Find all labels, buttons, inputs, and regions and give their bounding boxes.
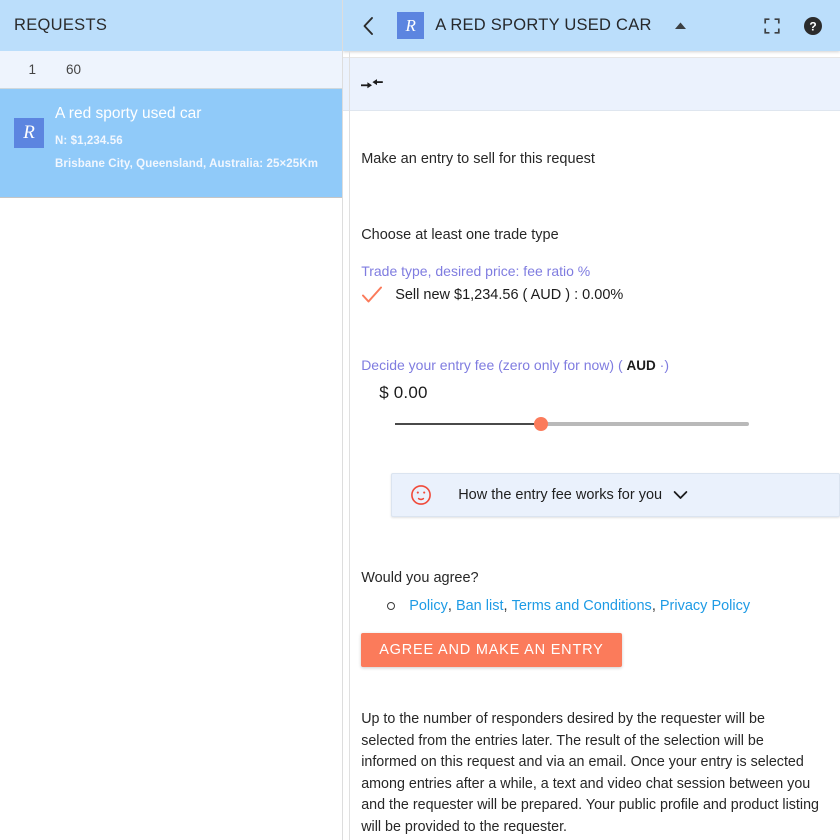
- chevron-down-icon-svg: [673, 491, 688, 499]
- detail-content: Make an entry to sell for this request C…: [343, 111, 840, 840]
- chevron-down-icon[interactable]: [673, 490, 688, 500]
- entry-fee-label-head: Decide your entry fee (zero only for now…: [361, 357, 627, 373]
- trade-type-label: Trade type, desired price: fee ratio %: [361, 263, 591, 279]
- check-icon[interactable]: [361, 285, 395, 305]
- sidebar-empty-space: [0, 198, 343, 840]
- face-icon-svg: [411, 485, 432, 505]
- panel-divider: [349, 51, 350, 840]
- request-card-body: A red sporty used car N: $1,234.56 Brisb…: [55, 103, 318, 170]
- caret-up-icon: [674, 22, 686, 29]
- page-number: 1: [28, 62, 36, 77]
- intro-text: Make an entry to sell for this request: [361, 151, 595, 167]
- smiley-face-icon: [410, 484, 432, 506]
- entry-fee-amount: $ 0.00: [379, 383, 428, 402]
- request-location: Brisbane City, Queensland, Australia: 25…: [55, 158, 319, 170]
- checkmark-icon: [362, 286, 383, 303]
- help-circle-icon: ?: [804, 16, 822, 35]
- app-root: REQUESTS 1 60 R A red sporty used car N:…: [0, 0, 840, 840]
- collapse-arrows-icon: [361, 79, 383, 89]
- request-list-item[interactable]: R A red sporty used car N: $1,234.56 Bri…: [0, 89, 343, 198]
- link-ban-list[interactable]: Ban list: [456, 598, 504, 614]
- title-dropdown-button[interactable]: [674, 21, 687, 30]
- agree-and-make-entry-button[interactable]: AGREE AND MAKE AN ENTRY: [361, 633, 622, 667]
- slider-thumb[interactable]: [534, 417, 549, 431]
- result-count: 60: [66, 62, 82, 77]
- sidebar-pagination-bar[interactable]: 1 60: [0, 51, 343, 89]
- trade-option-row[interactable]: Sell new $1,234.56 ( AUD ) : 0.00%: [361, 285, 822, 305]
- requests-sidebar: REQUESTS 1 60 R A red sporty used car N:…: [0, 0, 344, 840]
- link-separator-3: ,: [651, 598, 660, 614]
- slider-track-remaining: [541, 422, 750, 426]
- link-policy[interactable]: Policy: [409, 598, 448, 614]
- agree-question: Would you agree?: [361, 570, 479, 586]
- fullscreen-icon: [764, 17, 780, 34]
- fullscreen-button[interactable]: [759, 13, 785, 39]
- link-separator-2: ,: [503, 598, 512, 614]
- explanation-paragraph: Up to the number of responders desired b…: [361, 711, 819, 835]
- request-price: N: $1,234.56: [55, 135, 123, 147]
- detail-panel: R A RED SPORTY USED CAR ? Make an entry …: [343, 0, 840, 840]
- detail-header: R A RED SPORTY USED CAR ?: [343, 0, 840, 51]
- entry-fee-slider[interactable]: [361, 413, 822, 435]
- entry-fee-label: Decide your entry fee (zero only for now…: [361, 357, 822, 373]
- slider-track-filled: [395, 423, 542, 425]
- choose-trade-type-text: Choose at least one trade type: [361, 227, 559, 243]
- entry-fee-info-box[interactable]: How the entry fee works for you: [391, 473, 840, 517]
- link-separator-1: ,: [447, 598, 456, 614]
- info-box-label: How the entry fee works for you: [458, 487, 663, 503]
- entry-fee-label-tail: ·): [655, 357, 669, 373]
- collapse-button[interactable]: [361, 76, 383, 92]
- page-title: A RED SPORTY USED CAR: [435, 16, 652, 34]
- bullet-icon: [387, 602, 396, 610]
- entry-fee-currency: AUD: [626, 358, 656, 373]
- policy-links-row: Policy, Ban list, Terms and Conditions, …: [361, 598, 822, 614]
- link-privacy-policy[interactable]: Privacy Policy: [660, 598, 750, 614]
- back-button[interactable]: [353, 11, 383, 41]
- detail-badge-icon: R: [397, 12, 425, 39]
- trade-option-text: Sell new $1,234.56 ( AUD ) : 0.00%: [395, 287, 624, 303]
- sidebar-header: REQUESTS: [0, 0, 343, 51]
- request-badge-icon: R: [14, 118, 44, 148]
- request-title: A red sporty used car: [55, 105, 202, 122]
- help-button[interactable]: ?: [800, 13, 826, 39]
- detail-toolbar: [343, 57, 840, 111]
- svg-text:?: ?: [809, 19, 816, 33]
- chevron-left-icon: [363, 16, 373, 35]
- link-terms-and-conditions[interactable]: Terms and Conditions: [512, 598, 652, 614]
- sidebar-title: REQUESTS: [14, 16, 108, 34]
